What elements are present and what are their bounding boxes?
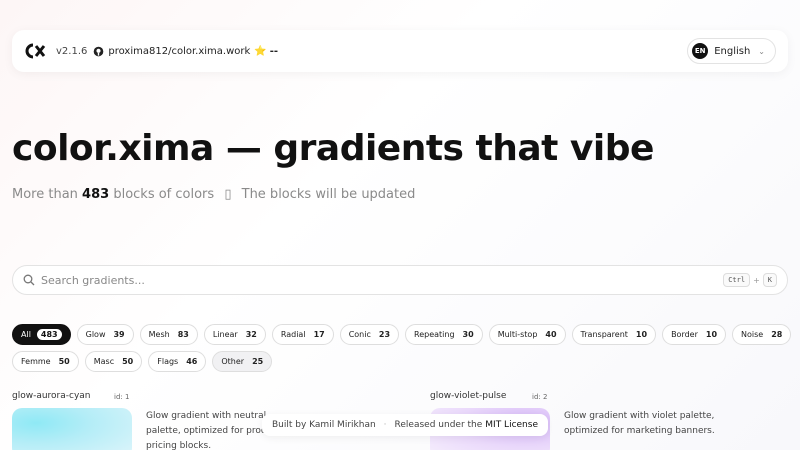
top-bar: v2.1.6 proxima812/color.xima.work ⭐ -- E… — [12, 30, 788, 72]
chevron-down-icon: ⌄ — [758, 46, 765, 56]
shortcut-key-ctrl: Ctrl — [723, 273, 751, 287]
block-count: 483 — [82, 187, 110, 202]
filter-chip-radial[interactable]: Radial 17 — [271, 324, 334, 345]
desc-line: pricing blocks. — [146, 441, 212, 450]
filter-chip-linear[interactable]: Linear 32 — [203, 324, 266, 345]
chip-label: All — [21, 330, 31, 339]
subtitle-prefix: More than — [12, 187, 78, 202]
filter-chip-multi-stop[interactable]: Multi-stop 40 — [488, 324, 566, 345]
chip-label: Conic — [348, 330, 371, 339]
logo-icon[interactable] — [24, 41, 48, 61]
chip-count: 40 — [545, 330, 557, 339]
filter-row-1: All 483 Glow 39 Mesh 83 Linear 32 Radial 17 C… — [12, 324, 792, 345]
chip-count: 39 — [113, 330, 125, 339]
chip-label: Other — [221, 357, 245, 366]
search-input[interactable] — [41, 273, 724, 287]
subtitle-suffix: The blocks will be updated — [241, 187, 416, 202]
chip-label: Transparent — [580, 330, 628, 339]
stars-count: -- — [269, 45, 279, 57]
chip-count: 17 — [313, 330, 325, 339]
chip-count: 10 — [705, 330, 718, 339]
filter-chip-conic[interactable]: Conic 23 — [339, 324, 400, 345]
chip-count: 83 — [177, 330, 189, 339]
chip-label: Mesh — [148, 330, 170, 339]
desc-line: optimized for marketing banners. — [564, 426, 715, 436]
filter-chip-masc[interactable]: Masc 50 — [84, 351, 143, 372]
chip-label: Repeating — [414, 330, 455, 339]
chip-count: 46 — [186, 357, 198, 366]
filter-chip-femme[interactable]: Femme 50 — [12, 351, 79, 372]
desc-line: palette, optimized for product — [146, 426, 281, 436]
filter-row-2: Femme 50 Masc 50 Flags 46 Other 25 — [12, 351, 788, 372]
chip-label: Linear — [212, 330, 238, 339]
footer-bar: Built by Kamil Mirikhan · Released under… — [262, 414, 548, 436]
released-text: Released under the — [394, 420, 483, 430]
repo-link[interactable]: proxima812/color.xima.work — [108, 46, 250, 57]
page-subtitle: More than 483 blocks of colors ▯ The blo… — [12, 187, 415, 202]
chip-count: 23 — [378, 330, 391, 339]
card-id: id: 2 — [532, 393, 548, 401]
filter-chip-other[interactable]: Other 25 — [212, 351, 273, 372]
desc-line: Glow gradient with violet palette, — [564, 411, 715, 421]
chip-count: 25 — [252, 357, 264, 366]
chip-count: 32 — [245, 330, 257, 339]
chip-count: 50 — [58, 357, 70, 366]
filter-chip-noise[interactable]: Noise 28 — [732, 324, 792, 345]
chip-count: 28 — [771, 330, 783, 339]
filter-chip-all[interactable]: All 483 — [12, 324, 71, 345]
filter-chip-glow[interactable]: Glow 39 — [76, 324, 134, 345]
chip-label: Noise — [741, 330, 764, 339]
language-code-badge: EN — [692, 43, 709, 59]
card-name: glow-violet-pulse — [430, 391, 507, 401]
separator-dot: · — [383, 420, 387, 430]
card-description: Glow gradient with violet palette, optim… — [564, 409, 715, 439]
placeholder-glyph-icon: ▯ — [224, 187, 232, 202]
search-bar[interactable]: Ctrl + K — [12, 265, 788, 295]
shortcut-key-k: K — [762, 273, 777, 287]
chip-label: Masc — [93, 357, 115, 366]
star-icon: ⭐ — [254, 45, 267, 57]
filter-chip-flags[interactable]: Flags 46 — [148, 351, 207, 372]
page-title: color.xima — gradients that vibe — [12, 128, 654, 169]
version-label: v2.1.6 — [56, 45, 88, 57]
card-id: id: 1 — [114, 393, 130, 401]
subtitle-middle: blocks of colors — [113, 187, 215, 202]
gradient-swatch-1[interactable] — [12, 408, 132, 450]
shortcut-plus: + — [753, 275, 760, 285]
filter-chip-transparent[interactable]: Transparent 10 — [571, 324, 657, 345]
language-selector[interactable]: EN English ⌄ — [687, 38, 776, 64]
github-icon — [94, 46, 104, 56]
chip-label: Multi-stop — [497, 330, 538, 339]
chip-label: Glow — [85, 330, 106, 339]
desc-line: Glow gradient with neutral — [146, 411, 267, 421]
card-description: Glow gradient with neutral palette, opti… — [146, 409, 281, 450]
chip-label: Flags — [157, 357, 179, 366]
filter-chips: All 483 Glow 39 Mesh 83 Linear 32 Radial 17 C… — [12, 324, 792, 378]
chip-count: 483 — [36, 329, 62, 340]
chip-label: Border — [671, 330, 698, 339]
search-icon — [23, 274, 35, 286]
filter-chip-mesh[interactable]: Mesh 83 — [139, 324, 198, 345]
chip-label: Radial — [280, 330, 306, 339]
chip-count: 50 — [122, 357, 134, 366]
filter-chip-border[interactable]: Border 10 — [662, 324, 727, 345]
language-label: English — [714, 45, 751, 57]
license-link[interactable]: MIT License — [485, 420, 538, 430]
chip-label: Femme — [21, 357, 51, 366]
built-by-text: Built by Kamil Mirikhan — [272, 420, 376, 430]
card-name: glow-aurora-cyan — [12, 391, 91, 401]
chip-count: 10 — [635, 330, 648, 339]
chip-count: 30 — [462, 330, 474, 339]
filter-chip-repeating[interactable]: Repeating 30 — [405, 324, 483, 345]
